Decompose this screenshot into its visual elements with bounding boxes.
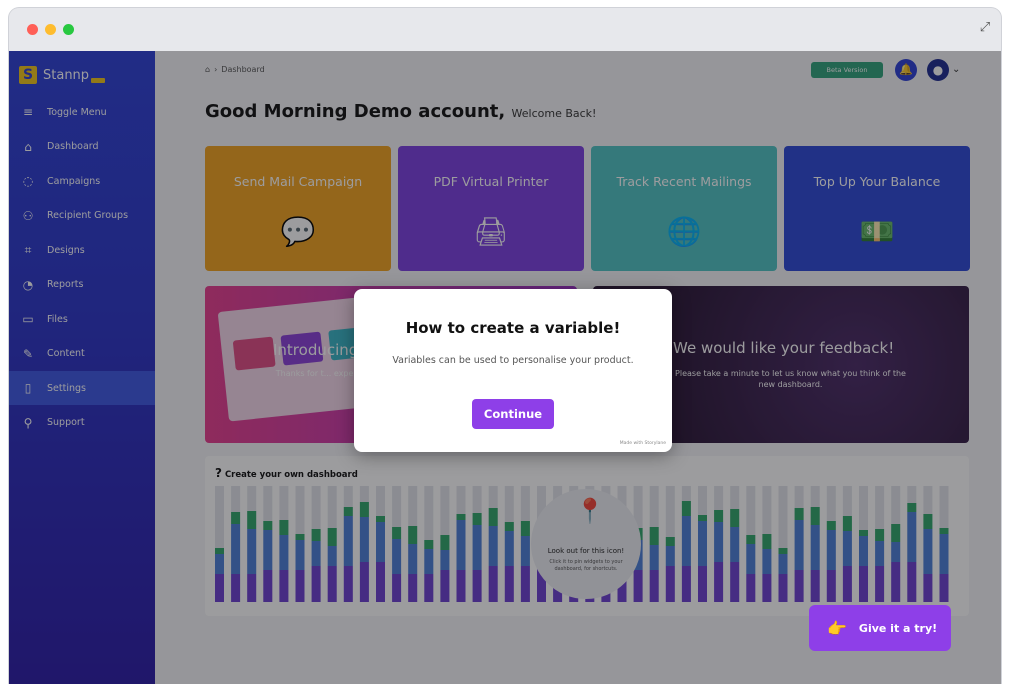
tutorial-modal: How to create a variable! Variables can …	[354, 289, 672, 452]
browser-window: ⤢ S Stannp ≡ Toggle Menu ⌂ Dashboard ◌ Campai…	[9, 8, 1001, 684]
app: S Stannp ≡ Toggle Menu ⌂ Dashboard ◌ Campaign…	[9, 51, 1001, 684]
pointing-hand-icon: 👉	[827, 618, 847, 638]
give-it-a-try-label: Give it a try!	[858, 621, 938, 635]
window-titlebar: ⤢	[9, 8, 1001, 51]
expand-icon[interactable]: ⤢	[977, 20, 993, 36]
give-it-a-try-button[interactable]: 👉 Give it a try!	[809, 605, 951, 651]
continue-button[interactable]: Continue	[472, 399, 554, 429]
close-window-dot[interactable]	[27, 24, 38, 35]
maximize-window-dot[interactable]	[63, 24, 74, 35]
minimize-window-dot[interactable]	[45, 24, 56, 35]
modal-body: Variables can be used to personalise you…	[392, 355, 634, 366]
made-with-label[interactable]: Made with Storylane	[620, 441, 666, 446]
modal-title: How to create a variable!	[405, 319, 621, 337]
